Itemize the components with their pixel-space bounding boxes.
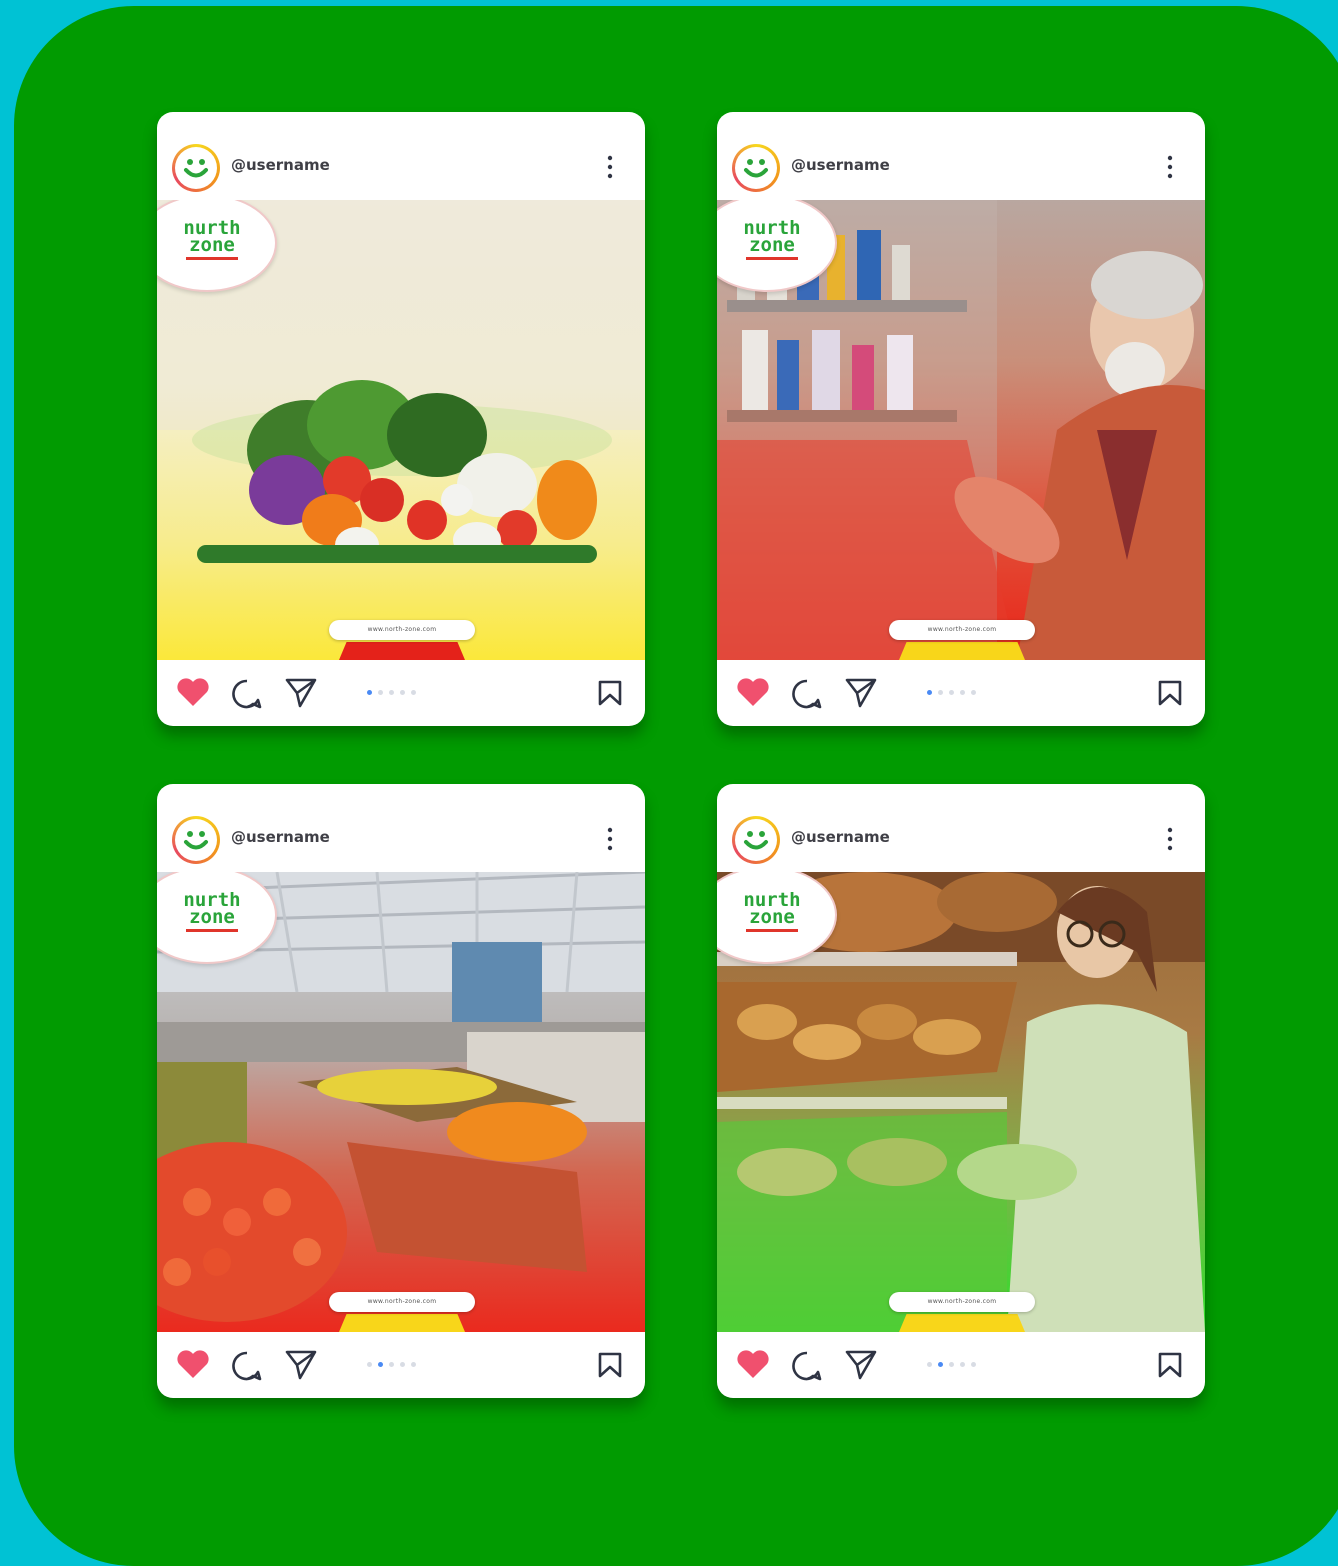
carousel-dot[interactable] [389,1362,394,1367]
post-image[interactable]: nurth zone www.north-zone.com [717,872,1205,1332]
carousel-dot[interactable] [971,690,976,695]
logo-line2: zone [189,906,235,928]
url-tab [339,1314,465,1332]
website-url: www.north-zone.com [889,1292,1035,1312]
carousel-dot[interactable] [378,690,383,695]
heart-icon[interactable] [176,677,210,707]
heart-icon[interactable] [736,677,770,707]
smiley-icon [184,831,208,850]
carousel-dot[interactable] [960,690,965,695]
post-header: @username [157,784,645,872]
carousel-dot[interactable] [400,690,405,695]
logo-line2: zone [749,234,795,256]
more-vertical-icon[interactable] [603,154,617,180]
carousel-dot[interactable] [927,1362,932,1367]
website-url: www.north-zone.com [329,1292,475,1312]
send-icon[interactable] [284,1348,318,1380]
url-tab [899,1314,1025,1332]
logo-line2: zone [189,234,235,256]
url-tab [339,642,465,660]
post-actions [157,1332,645,1398]
post-card: @username nurth zone www.north-zone.com [717,112,1205,726]
website-url: www.north-zone.com [329,620,475,640]
username[interactable]: @username [791,828,890,846]
post-card: @username nurth zone www.north-zone.com [157,112,645,726]
send-icon[interactable] [844,1348,878,1380]
bookmark-icon[interactable] [597,1351,623,1379]
more-vertical-icon[interactable] [1163,154,1177,180]
send-icon[interactable] [844,676,878,708]
carousel-dot[interactable] [367,1362,372,1367]
carousel-dot[interactable] [411,1362,416,1367]
carousel-dot[interactable] [971,1362,976,1367]
post-actions [157,660,645,726]
carousel-dot[interactable] [960,1362,965,1367]
post-header: @username [157,112,645,200]
post-image[interactable]: nurth zone www.north-zone.com [717,200,1205,660]
carousel-dot[interactable] [389,690,394,695]
post-actions [717,660,1205,726]
post-image[interactable]: nurth zone www.north-zone.com [157,200,645,660]
carousel-dot[interactable] [949,1362,954,1367]
avatar[interactable] [732,816,780,864]
post-actions [717,1332,1205,1398]
username[interactable]: @username [791,156,890,174]
avatar[interactable] [172,144,220,192]
avatar[interactable] [732,144,780,192]
comment-icon[interactable] [231,1350,263,1382]
carousel-dot[interactable] [938,1362,943,1367]
logo-line2: zone [749,906,795,928]
carousel-dot[interactable] [400,1362,405,1367]
carousel-dot[interactable] [367,690,372,695]
username[interactable]: @username [231,156,330,174]
username[interactable]: @username [231,828,330,846]
carousel-dots [927,690,982,696]
send-icon[interactable] [284,676,318,708]
heart-icon[interactable] [736,1349,770,1379]
smiley-icon [744,159,768,178]
more-vertical-icon[interactable] [1163,826,1177,852]
carousel-dot[interactable] [949,690,954,695]
carousel-dots [367,690,422,696]
url-tab [899,642,1025,660]
website-url: www.north-zone.com [889,620,1035,640]
comment-icon[interactable] [231,678,263,710]
bookmark-icon[interactable] [597,679,623,707]
carousel-dot[interactable] [411,690,416,695]
carousel-dots [927,1362,982,1368]
post-header: @username [717,784,1205,872]
bookmark-icon[interactable] [1157,679,1183,707]
comment-icon[interactable] [791,1350,823,1382]
post-card: @username nurth zone www.north-zone.com [157,784,645,1398]
more-vertical-icon[interactable] [603,826,617,852]
avatar[interactable] [172,816,220,864]
smiley-icon [744,831,768,850]
carousel-dots [367,1362,422,1368]
heart-icon[interactable] [176,1349,210,1379]
post-card: @username nurth zone www.north-zone.com [717,784,1205,1398]
post-image[interactable]: nurth zone www.north-zone.com [157,872,645,1332]
carousel-dot[interactable] [378,1362,383,1367]
carousel-dot[interactable] [938,690,943,695]
comment-icon[interactable] [791,678,823,710]
smiley-icon [184,159,208,178]
carousel-dot[interactable] [927,690,932,695]
bookmark-icon[interactable] [1157,1351,1183,1379]
post-header: @username [717,112,1205,200]
